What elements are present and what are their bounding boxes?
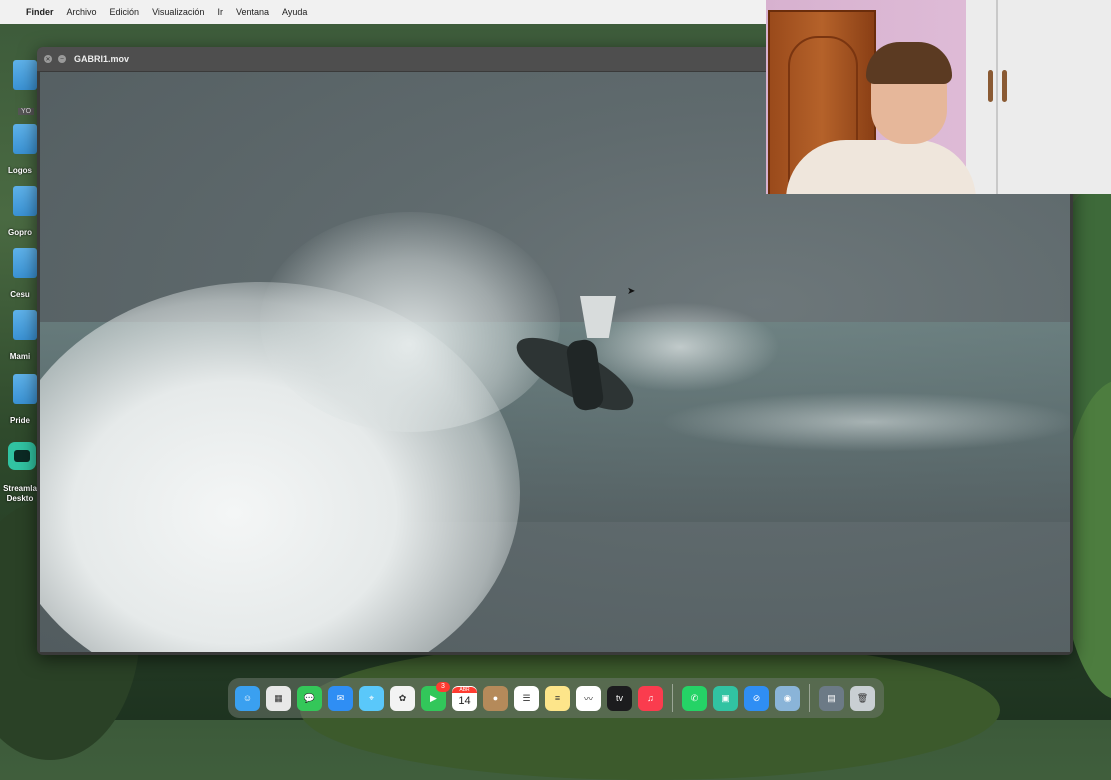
trash-icon[interactable]: 🗑 [850,685,875,711]
reminders-icon[interactable]: ☰ [514,685,539,711]
dock-glyph: ▶ [430,692,437,703]
dock-glyph: ⊘ [752,692,761,703]
mouse-cursor-icon: ➤ [627,286,636,297]
desktop-icon-label: Logos [8,166,32,175]
dock-glyph: tv [615,693,623,703]
launchpad-icon[interactable]: ▦ [266,685,291,711]
appletv-icon[interactable]: tv [607,685,632,711]
notification-badge: 3 [436,681,450,692]
dock-glyph: ▤ [827,692,836,703]
desktop-icon-label: Gopro [8,228,32,237]
webcam-person-hair [866,42,952,84]
safari-icon[interactable]: ⊘ [744,685,769,711]
webcam-person-shirt [786,140,976,194]
downloads-stack-icon[interactable]: ▤ [819,685,844,711]
facetime-icon[interactable]: ▶ 3 [421,681,450,711]
dock-separator [809,684,810,712]
calendar-day: 14 [458,695,471,707]
menu-visualizacion[interactable]: Visualización [152,7,204,17]
dock-glyph: ☰ [522,692,531,703]
calendar-icon[interactable]: ABR 14 [452,685,477,711]
menu-ventana[interactable]: Ventana [236,7,269,17]
dock-glyph: ⌖ [368,692,375,703]
streamlabs-icon[interactable]: ▣ [713,685,738,711]
dock-glyph: ✿ [398,692,407,703]
folder-icon [13,186,37,216]
dock-glyph: ▣ [721,692,730,703]
menu-ir[interactable]: Ir [217,7,223,17]
desktop-icon-label: Streamla Deskto [3,484,37,503]
dock-separator [672,684,673,712]
folder-icon [13,124,37,154]
dock-glyph: 🗑 [856,692,869,703]
menu-finder[interactable]: Finder [26,7,54,17]
folder-icon [13,60,37,90]
dock-glyph: 〰 [583,693,593,704]
photos-icon[interactable]: ✿ [390,685,415,711]
menu-ayuda[interactable]: Ayuda [282,7,307,17]
freeform-icon[interactable]: 〰 [576,685,601,711]
streamlabs-icon [8,442,36,470]
quicktime-icon[interactable]: ◉ [775,685,800,711]
menu-archivo[interactable]: Archivo [67,7,97,17]
desktop-icon-label: Mami [9,352,31,361]
wave-foam [660,392,1070,452]
finder-icon[interactable]: ☺ [235,685,260,711]
wave-spray [260,212,560,432]
window-title: GABRI1.mov [74,54,130,64]
folder-icon [13,374,37,404]
dock-glyph: ▦ [274,692,283,703]
webcam-cabinet-handle [988,70,993,102]
dock-glyph: ≡ [554,693,561,703]
desktop-icon-label: Cesu [10,290,30,299]
dock-glyph: ◉ [783,692,792,703]
webcam-overlay [766,0,1111,194]
close-icon[interactable]: ✕ [44,55,52,63]
music-icon[interactable]: ♫ [638,685,663,711]
notes-icon[interactable]: ≡ [545,685,570,711]
maps-icon[interactable]: ⌖ [359,685,384,711]
mail-icon[interactable]: ✉ [328,685,353,711]
desktop-icon-label: Pride [9,416,30,425]
dock: ☺ ▦ 💬 ✉ ⌖ ✿ ▶ 3 ABR 14 ● ☰ ≡ 〰 tv ♫ ✆ ▣ ⊘ ◉ ▤ 🗑 [228,678,884,718]
webcam-cabinet-handle [1002,70,1007,102]
whatsapp-icon[interactable]: ✆ [682,685,707,711]
dock-glyph: ☺ [242,693,253,703]
dock-glyph: ✆ [690,692,699,703]
calendar-month: ABR [452,686,477,693]
minimize-icon[interactable]: – [58,55,66,63]
dock-glyph: ✉ [336,692,345,703]
dock-glyph: ● [492,693,499,703]
webcam-cabinet-divider [996,0,998,194]
folder-tag: YO [18,108,35,115]
folder-icon [13,310,37,340]
dock-glyph: ♫ [647,693,654,703]
contacts-icon[interactable]: ● [483,685,508,711]
folder-icon [13,248,37,278]
menu-edicion[interactable]: Edición [110,7,140,17]
dock-glyph: 💬 [303,692,316,703]
messages-icon[interactable]: 💬 [297,685,322,711]
